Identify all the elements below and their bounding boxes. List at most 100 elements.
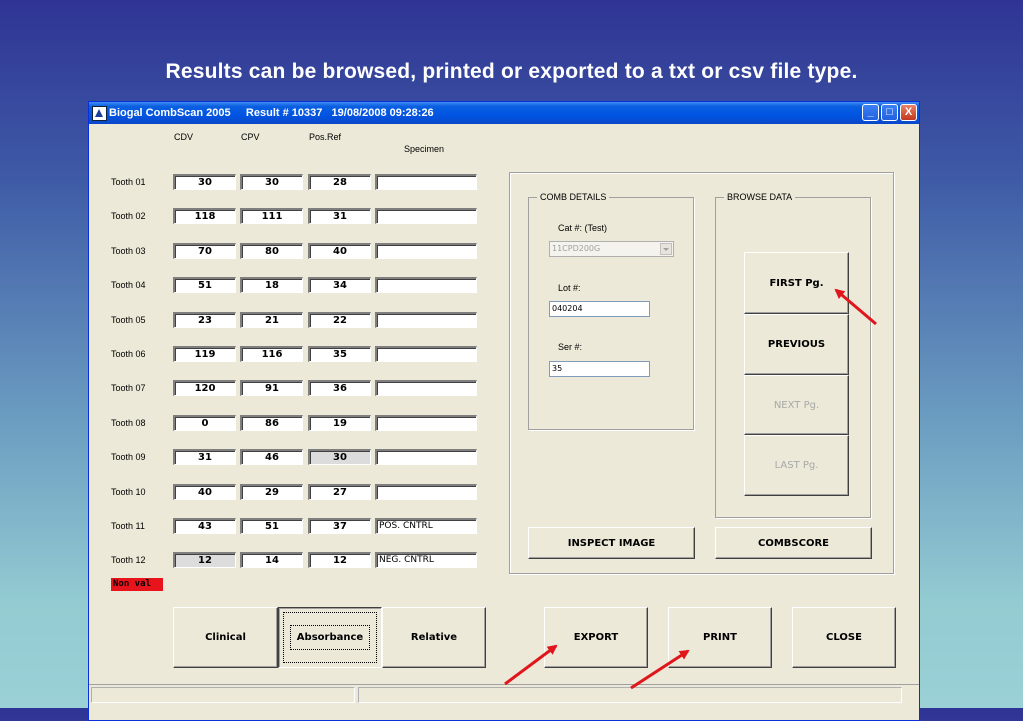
- cdv-cell: 43: [173, 518, 236, 534]
- cdv-cell: 0: [173, 415, 236, 431]
- specimen-cell[interactable]: [375, 312, 477, 328]
- cpv-cell: 14: [240, 552, 303, 568]
- first-page-button[interactable]: FIRST Pg.: [744, 252, 849, 314]
- focus-rectangle: [283, 612, 377, 663]
- app-logo-icon: [92, 106, 107, 121]
- cpv-cell: 18: [240, 277, 303, 293]
- inspect-image-label: INSPECT IMAGE: [567, 537, 656, 549]
- cdv-cell: 120: [173, 380, 236, 396]
- next-page-button[interactable]: NEXT Pg.: [744, 375, 849, 435]
- clinical-label: Clinical: [205, 632, 246, 643]
- row-label: Tooth 11: [111, 521, 145, 531]
- column-header-cdv: CDV: [174, 132, 194, 142]
- row-label: Tooth 12: [111, 555, 146, 565]
- absorbance-button[interactable]: Absorbance: [278, 607, 382, 668]
- next-page-label: NEXT Pg.: [773, 399, 820, 411]
- row-label: Tooth 06: [111, 349, 146, 359]
- cat-select-value: 11CPD200G: [552, 244, 601, 253]
- row-label: Tooth 05: [111, 315, 146, 325]
- combscore-button[interactable]: COMBSCORE: [715, 527, 872, 559]
- title-bar[interactable]: Biogal CombScan 2005 Result # 10337 19/0…: [89, 102, 919, 124]
- specimen-cell[interactable]: [375, 484, 477, 500]
- posref-cell: 31: [308, 208, 371, 224]
- status-pane-left: [91, 687, 355, 703]
- specimen-cell[interactable]: [375, 174, 477, 190]
- cat-label: Cat #: (Test): [558, 223, 608, 233]
- row-label: Tooth 03: [111, 246, 146, 256]
- cpv-cell: 91: [240, 380, 303, 396]
- combscore-label: COMBSCORE: [758, 537, 829, 549]
- posref-cell: 40: [308, 243, 371, 259]
- status-pane-right: [358, 687, 902, 703]
- close-button[interactable]: CLOSE: [792, 607, 896, 668]
- cdv-cell: 12: [173, 552, 236, 568]
- cpv-cell: 51: [240, 518, 303, 534]
- column-header-specimen: Specimen: [404, 144, 445, 154]
- column-header-posref: Pos.Ref: [309, 132, 342, 142]
- posref-cell: 19: [308, 415, 371, 431]
- slide-title: Results can be browsed, printed or expor…: [165, 60, 858, 83]
- posref-cell: 34: [308, 277, 371, 293]
- cdv-cell: 23: [173, 312, 236, 328]
- specimen-cell[interactable]: [375, 277, 477, 293]
- last-page-label: LAST Pg.: [774, 460, 819, 471]
- row-label: Tooth 02: [111, 211, 146, 221]
- relative-label: Relative: [410, 632, 458, 643]
- specimen-cell[interactable]: NEG. CNTRL: [375, 552, 477, 568]
- row-label: Tooth 01: [111, 177, 146, 187]
- column-header-cpv: CPV: [241, 132, 260, 142]
- cpv-cell: 111: [240, 208, 303, 224]
- specimen-cell[interactable]: [375, 415, 477, 431]
- chevron-down-icon: [660, 243, 672, 255]
- relative-button[interactable]: Relative: [382, 607, 486, 668]
- close-window-button[interactable]: X: [900, 104, 917, 121]
- row-label: Tooth 07: [111, 383, 146, 393]
- cat-select: 11CPD200G: [549, 241, 674, 257]
- first-page-label: FIRST Pg.: [769, 277, 824, 289]
- cdv-cell: 40: [173, 484, 236, 500]
- cpv-cell: 46: [240, 449, 303, 465]
- previous-page-button[interactable]: PREVIOUS: [744, 314, 849, 375]
- inspect-image-button[interactable]: INSPECT IMAGE: [528, 527, 695, 559]
- cdv-cell: 30: [173, 174, 236, 190]
- specimen-cell[interactable]: [375, 243, 477, 259]
- specimen-cell[interactable]: [375, 449, 477, 465]
- export-button[interactable]: EXPORT: [544, 607, 648, 668]
- specimen-cell[interactable]: [375, 346, 477, 362]
- ser-label: Ser #:: [558, 342, 583, 352]
- comb-details-legend: COMB DETAILS: [537, 192, 610, 202]
- lot-label: Lot #:: [558, 283, 581, 293]
- minimize-button[interactable]: _: [862, 104, 879, 121]
- comb-details-group: COMB DETAILS Cat #: (Test) 11CPD200G Lot…: [528, 192, 694, 430]
- posref-cell: 28: [308, 174, 371, 190]
- export-label: EXPORT: [573, 632, 619, 643]
- window-title: Biogal CombScan 2005 Result # 10337 19/0…: [109, 107, 434, 119]
- posref-cell: 30: [308, 449, 371, 465]
- specimen-cell[interactable]: [375, 208, 477, 224]
- specimen-cell[interactable]: POS. CNTRL: [375, 518, 477, 534]
- cdv-cell: 70: [173, 243, 236, 259]
- maximize-button[interactable]: □: [881, 104, 898, 121]
- lot-input[interactable]: 040204: [549, 301, 650, 317]
- cpv-cell: 86: [240, 415, 303, 431]
- posref-cell: 35: [308, 346, 371, 362]
- cdv-cell: 31: [173, 449, 236, 465]
- minimize-icon: _: [867, 106, 874, 118]
- app-window: Biogal CombScan 2005 Result # 10337 19/0…: [88, 101, 920, 721]
- last-page-button[interactable]: LAST Pg.: [744, 435, 849, 496]
- row-label: Tooth 08: [111, 418, 146, 428]
- ser-input[interactable]: 35: [549, 361, 650, 377]
- print-label: PRINT: [703, 632, 737, 643]
- posref-cell: 22: [308, 312, 371, 328]
- specimen-cell[interactable]: [375, 380, 477, 396]
- maximize-icon: □: [886, 106, 893, 118]
- print-button[interactable]: PRINT: [668, 607, 772, 668]
- posref-cell: 12: [308, 552, 371, 568]
- cdv-cell: 118: [173, 208, 236, 224]
- cpv-cell: 116: [240, 346, 303, 362]
- close-icon: X: [904, 106, 913, 118]
- row-label: Tooth 04: [111, 280, 146, 290]
- clinical-button[interactable]: Clinical: [173, 607, 278, 668]
- cpv-cell: 29: [240, 484, 303, 500]
- cdv-cell: 51: [173, 277, 236, 293]
